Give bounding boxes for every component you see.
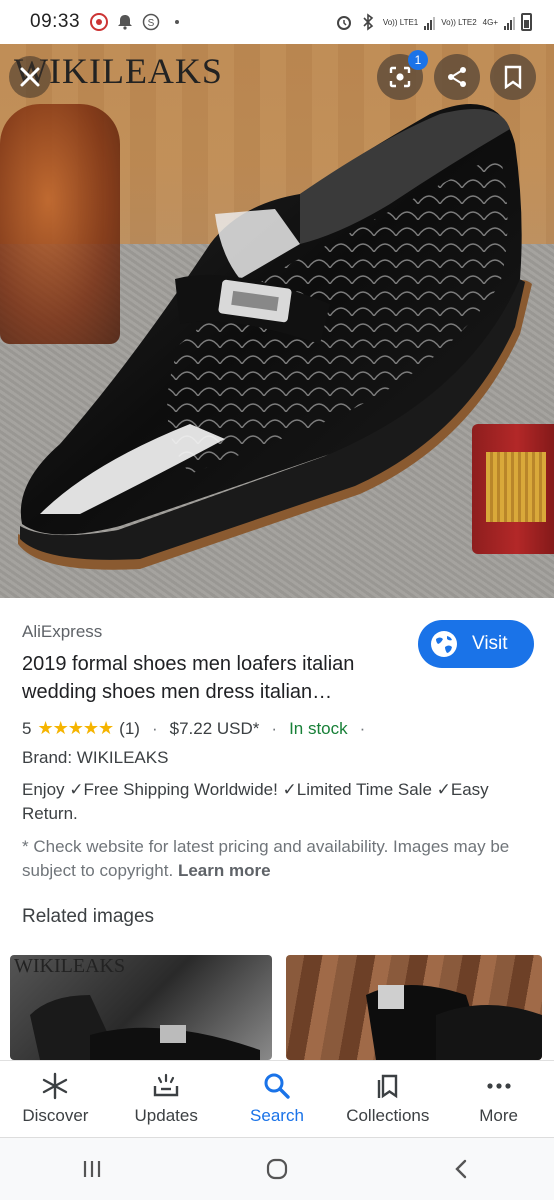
nav-collections[interactable]: Collections (338, 1072, 438, 1126)
nav-more[interactable]: More (449, 1072, 549, 1126)
home-icon (266, 1158, 288, 1180)
thumb-shoe-illustration (30, 995, 260, 1060)
shoe-illustration (18, 104, 532, 570)
globe-icon (431, 631, 457, 657)
star-rating: ★★★★★ (37, 718, 114, 738)
related-image-thumb[interactable] (286, 955, 542, 1060)
description: Enjoy ✓Free Shipping Worldwide! ✓Limited… (22, 780, 489, 823)
separator-dot: · (271, 718, 278, 738)
lens-badge: 1 (408, 50, 428, 70)
system-nav-bar (0, 1137, 554, 1200)
nav-search[interactable]: Search (227, 1072, 327, 1126)
back-button[interactable] (442, 1149, 482, 1189)
learn-more-link[interactable]: Learn more (178, 861, 271, 880)
alert-app-icon (90, 13, 109, 31)
recents-icon (84, 1161, 101, 1177)
battery-icon (521, 13, 532, 31)
signal-strength-icon (424, 14, 436, 30)
collections-icon (377, 1074, 397, 1098)
updates-icon (153, 1073, 179, 1096)
related-images-heading: Related images (22, 906, 155, 927)
result-title[interactable]: 2019 formal shoes men loafers italian we… (22, 650, 402, 706)
nav-label: More (479, 1105, 518, 1125)
visit-button[interactable]: Visit (418, 620, 534, 668)
status-time: 09:33 (30, 11, 81, 32)
more-icon (486, 1082, 511, 1089)
nav-label: Discover (22, 1105, 89, 1125)
home-button[interactable] (257, 1149, 297, 1189)
nav-label: Collections (346, 1105, 430, 1125)
lens-icon (389, 66, 411, 88)
svg-text:S: S (148, 18, 155, 29)
status-right-icons: Vo)) LTE1 Vo)) LTE2 4G+ (335, 13, 532, 31)
bottom-nav: Discover Updates Search Collections More (0, 1060, 554, 1136)
rating-row: 5 ★★★★★ (1) · $7.22 USD* · In stock · (22, 718, 371, 739)
review-count: (1) (119, 718, 140, 738)
asterisk-icon (43, 1072, 68, 1099)
search-icon (264, 1073, 290, 1099)
separator-dot: · (151, 718, 158, 738)
bookmark-icon (504, 65, 522, 89)
related-image-thumb[interactable]: WIKILEAKS (10, 955, 272, 1060)
rating-value: 5 (22, 718, 32, 738)
disclaimer: * Check website for latest pricing and a… (22, 835, 542, 883)
close-button[interactable] (9, 56, 51, 98)
bluetooth-icon (363, 13, 374, 31)
price: $7.22 USD* (169, 718, 260, 738)
visit-label: Visit (472, 633, 508, 654)
save-button[interactable] (490, 54, 536, 100)
alarm-icon (336, 16, 351, 30)
close-icon (20, 67, 40, 87)
recents-button[interactable] (72, 1149, 112, 1189)
notification-icons: S (90, 13, 186, 31)
thumb-shoe-illustration (366, 985, 542, 1060)
sim2-network: Vo)) LTE2 (441, 17, 477, 27)
dot-icon (175, 20, 180, 24)
nav-label: Search (250, 1105, 304, 1125)
share-button[interactable] (434, 54, 480, 100)
signal-strength-2-icon (504, 14, 515, 30)
availability: In stock (289, 718, 348, 738)
source-site[interactable]: AliExpress (22, 622, 102, 642)
sim1-network: Vo)) LTE1 (382, 17, 419, 27)
nav-label: Updates (134, 1105, 198, 1125)
share-icon (448, 67, 466, 87)
nav-discover[interactable]: Discover (5, 1072, 105, 1126)
status-bar: 09:33 S Vo)) LTE1 Vo)) LTE2 4G+ (0, 0, 554, 44)
notification-bell-icon (118, 15, 133, 30)
back-icon (454, 1159, 466, 1179)
network-type: 4G+ (482, 17, 498, 27)
product-image[interactable]: WIKILEAKS 1 (0, 44, 554, 598)
separator-dot: · (359, 718, 366, 738)
brand: Brand: WIKILEAKS (22, 748, 169, 767)
s-app-icon: S (142, 13, 160, 31)
nav-updates[interactable]: Updates (116, 1072, 216, 1126)
